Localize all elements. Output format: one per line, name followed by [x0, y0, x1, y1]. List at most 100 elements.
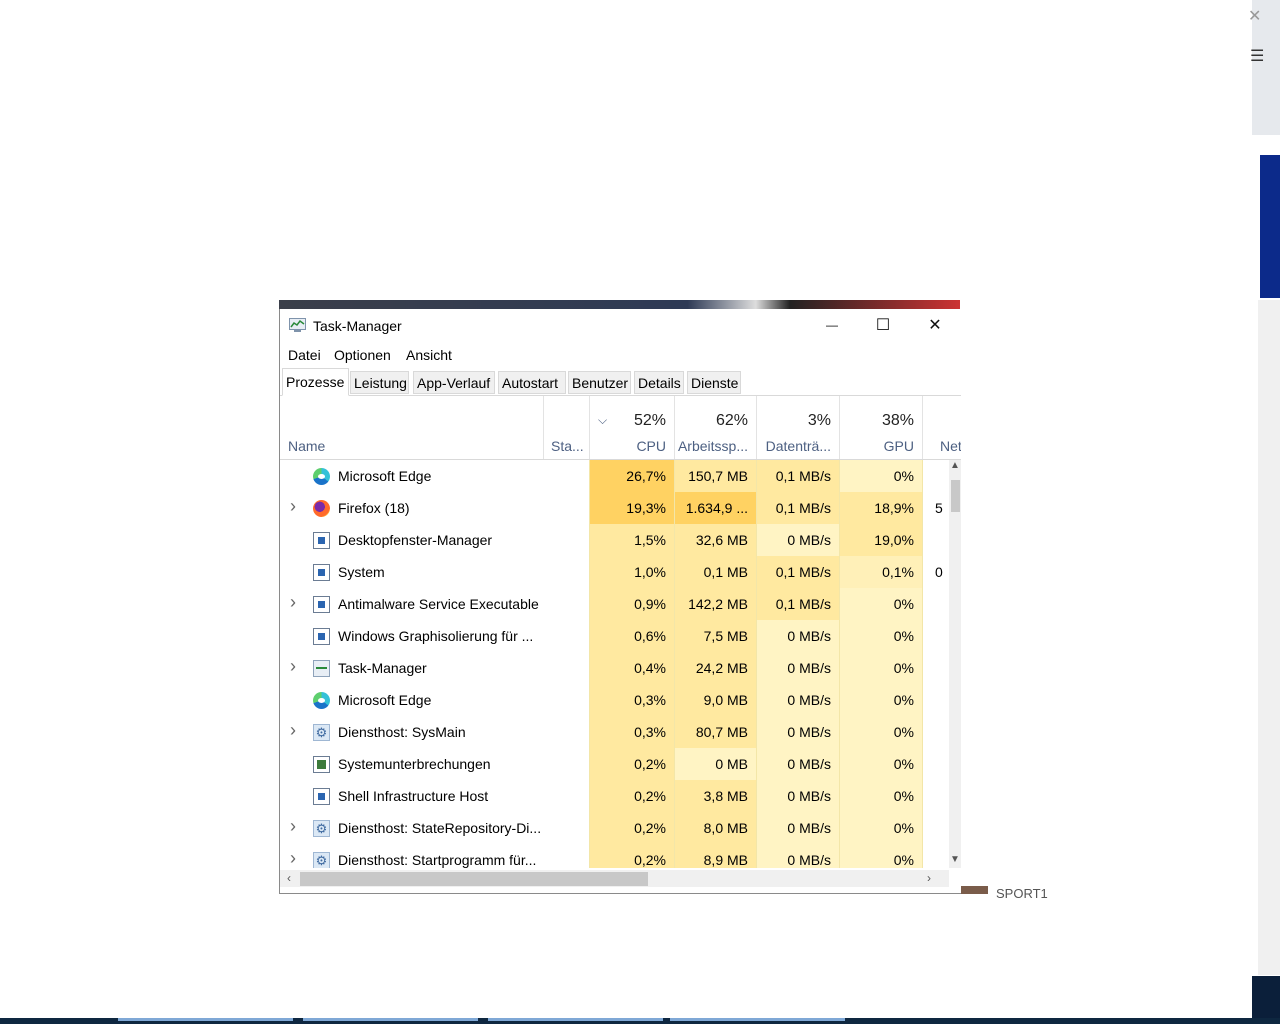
cell-disk: 0 MB/s [756, 844, 839, 868]
process-row[interactable]: Systemunterbrechungen 0,2% 0 MB 0 MB/s 0% [280, 748, 949, 780]
close-icon: ✕ [928, 317, 942, 334]
close-icon[interactable]: ✕ [1248, 6, 1261, 26]
column-network-label: Net [940, 438, 961, 454]
cell-mem: 80,7 MB [674, 716, 756, 748]
menu-item-ansicht[interactable]: Ansicht [406, 347, 452, 363]
process-name: Windows Graphisolierung für ... [338, 628, 534, 644]
browser-footer-block [1252, 976, 1280, 1024]
horizontal-scrollbar[interactable]: ‹ › [280, 870, 949, 887]
column-name-label: Name [288, 438, 326, 454]
task-manager-icon [313, 660, 330, 677]
process-name: Firefox (18) [338, 500, 410, 516]
cell-mem: 8,0 MB [674, 812, 756, 844]
tab-dienste[interactable]: Dienste [687, 371, 741, 394]
taskbar-item[interactable] [303, 1018, 478, 1021]
gpu-total: 38% [881, 412, 914, 429]
process-row[interactable]: › Firefox (18) 19,3% 1.634,9 ... 0,1 MB/s 18,… [280, 492, 949, 524]
scroll-right-icon[interactable]: › [927, 871, 931, 885]
window-title: Task-Manager [313, 318, 402, 334]
process-row[interactable]: › Antimalware Service Executable 0,9% 142,2… [280, 588, 949, 620]
scroll-down-icon[interactable]: ▼ [950, 854, 960, 865]
tab-app-verlauf[interactable]: App-Verlauf [413, 371, 495, 394]
column-cpu-label: CPU [636, 438, 666, 454]
expand-chevron-icon[interactable]: › [290, 816, 296, 837]
cell-disk: 0,1 MB/s [756, 460, 839, 492]
cell-net [922, 812, 949, 844]
column-name[interactable]: Name [280, 396, 543, 459]
tab-leistung[interactable]: Leistung [350, 371, 409, 394]
column-memory[interactable]: 62% Arbeitssp... [674, 396, 756, 459]
process-row[interactable]: Microsoft Edge 0,3% 9,0 MB 0 MB/s 0% [280, 684, 949, 716]
scroll-up-icon[interactable]: ▲ [950, 460, 960, 471]
window-icon [313, 564, 330, 581]
taskbar-item[interactable] [118, 1018, 293, 1021]
cell-disk: 0 MB/s [756, 748, 839, 780]
process-row[interactable]: Microsoft Edge 26,7% 150,7 MB 0,1 MB/s 0% [280, 460, 949, 492]
cell-disk: 0,1 MB/s [756, 556, 839, 588]
cell-cpu: 0,2% [589, 844, 674, 868]
cell-gpu: 0% [839, 748, 922, 780]
process-list: Microsoft Edge 26,7% 150,7 MB 0,1 MB/s 0% › Fi… [280, 460, 949, 868]
close-button[interactable]: ✕ [909, 309, 961, 341]
edge-icon [313, 692, 330, 709]
cell-mem: 1.634,9 ... [674, 492, 756, 524]
process-row[interactable]: Windows Graphisolierung für ... 0,6% 7,5 M… [280, 620, 949, 652]
process-name: Desktopfenster-Manager [338, 532, 493, 548]
vertical-scroll-thumb[interactable] [951, 480, 960, 512]
cell-gpu: 0% [839, 780, 922, 812]
cell-net [922, 460, 949, 492]
maximize-button[interactable]: ☐ [857, 309, 909, 341]
scroll-left-icon[interactable]: ‹ [287, 871, 291, 885]
cell-mem: 0,1 MB [674, 556, 756, 588]
menu-icon[interactable]: ☰ [1250, 46, 1264, 66]
vertical-scrollbar[interactable]: ▲ ▼ [949, 460, 961, 868]
sport-label[interactable]: SPORT1 [996, 886, 1048, 901]
taskbar-item[interactable] [488, 1018, 663, 1021]
expand-chevron-icon[interactable]: › [290, 592, 296, 613]
expand-chevron-icon[interactable]: › [290, 848, 296, 868]
process-row[interactable]: › ⚙ Diensthost: StateRepository-Di... 0,2% 8… [280, 812, 949, 844]
minimize-button[interactable]: — [806, 309, 858, 341]
process-row[interactable]: › ⚙ Diensthost: Startprogramm für... 0,2% 8,… [280, 844, 949, 868]
process-name: Task-Manager [338, 660, 427, 676]
minimize-icon: — [826, 318, 838, 332]
tab-prozesse[interactable]: Prozesse [282, 368, 349, 396]
window-icon [313, 788, 330, 805]
title-bar[interactable]: Task-Manager — ☐ ✕ [280, 309, 961, 343]
column-disk[interactable]: 3% Datenträ... [756, 396, 839, 459]
cell-disk: 0,1 MB/s [756, 492, 839, 524]
column-gpu-label: GPU [883, 438, 914, 454]
menu-item-datei[interactable]: Datei [288, 347, 321, 363]
column-network[interactable]: Net [922, 396, 961, 459]
system-interrupts-icon [313, 756, 330, 773]
cell-mem: 3,8 MB [674, 780, 756, 812]
process-name: Diensthost: SysMain [338, 724, 466, 740]
cell-cpu: 0,3% [589, 684, 674, 716]
horizontal-scroll-thumb[interactable] [300, 872, 648, 886]
expand-chevron-icon[interactable]: › [290, 496, 296, 517]
edge-icon [313, 468, 330, 485]
process-row[interactable]: › ⚙ Diensthost: SysMain 0,3% 80,7 MB 0 MB/s 0% [280, 716, 949, 748]
process-row[interactable]: Shell Infrastructure Host 0,2% 3,8 MB 0 MB/… [280, 780, 949, 812]
tab-details[interactable]: Details [634, 371, 684, 394]
menu-item-optionen[interactable]: Optionen [334, 347, 391, 363]
column-status[interactable]: Sta... [543, 396, 589, 459]
tab-benutzer[interactable]: Benutzer [568, 371, 631, 394]
cell-gpu: 0% [839, 460, 922, 492]
taskbar-item[interactable] [670, 1018, 845, 1021]
cell-net [922, 716, 949, 748]
process-row[interactable]: System 1,0% 0,1 MB 0,1 MB/s 0,1% 0 [280, 556, 949, 588]
cell-gpu: 0% [839, 844, 922, 868]
gear-icon: ⚙ [313, 852, 330, 868]
process-row[interactable]: Desktopfenster-Manager 1,5% 32,6 MB 0 MB/s 1… [280, 524, 949, 556]
process-row[interactable]: › Task-Manager 0,4% 24,2 MB 0 MB/s 0% [280, 652, 949, 684]
cell-mem: 9,0 MB [674, 684, 756, 716]
cell-net [922, 780, 949, 812]
expand-chevron-icon[interactable]: › [290, 656, 296, 677]
cell-gpu: 0% [839, 620, 922, 652]
tab-autostart[interactable]: Autostart [498, 371, 566, 394]
column-gpu[interactable]: 38% GPU [839, 396, 922, 459]
expand-chevron-icon[interactable]: › [290, 720, 296, 741]
column-header: Name Sta... 52% CPU 62% Arbeitssp... 3% … [280, 396, 961, 460]
column-status-label: Sta... [551, 438, 584, 454]
